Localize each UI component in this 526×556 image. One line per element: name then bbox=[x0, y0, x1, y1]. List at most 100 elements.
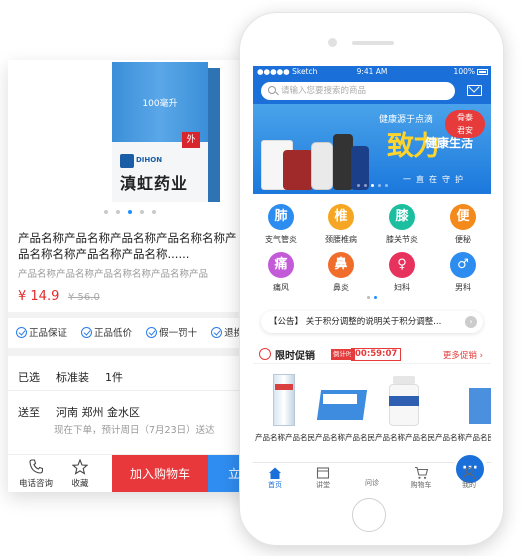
lungs-icon: 肺 bbox=[268, 204, 294, 230]
divider bbox=[8, 348, 252, 356]
nose-icon: 鼻 bbox=[328, 252, 354, 278]
lecture-icon bbox=[303, 466, 343, 480]
gallery-dot[interactable] bbox=[140, 210, 144, 214]
category-item[interactable]: ♀ 妇科 bbox=[378, 252, 426, 293]
selected-qty: 1件 bbox=[105, 371, 123, 384]
product-gallery[interactable]: 100毫升 外 DIHON 滇虹药业 bbox=[8, 60, 252, 220]
divider bbox=[8, 390, 252, 391]
ship-label: 送至 bbox=[18, 406, 40, 419]
selected-spec-row[interactable]: 已选 标准装 1件 bbox=[18, 369, 123, 385]
profile-icon bbox=[449, 466, 489, 480]
goods-image bbox=[316, 372, 368, 428]
category-item[interactable]: 肺 支气管炎 bbox=[257, 204, 305, 245]
category-item[interactable]: 鼻 鼻炎 bbox=[317, 252, 365, 293]
goods-name: 产品名称产品名民女 bbox=[435, 433, 491, 442]
selected-label: 已选 bbox=[18, 371, 40, 384]
flash-sale-goods: 产品名称产品名民女 产品名称产品名民女 产品名称产品名民女 bbox=[253, 366, 491, 454]
guarantee-item: 假一罚十 bbox=[146, 325, 197, 339]
category-item[interactable]: 膝 膝关节炎 bbox=[378, 204, 426, 245]
category-grid: 肺 支气管炎 椎 颈腰椎病 膝 膝关节炎 便 便秘 痛 痛风 鼻 鼻炎 ♀ 妇科… bbox=[253, 196, 491, 302]
search-icon bbox=[268, 86, 276, 94]
goods-name: 产品名称产品名民女 bbox=[315, 433, 375, 442]
brand-logo-icon bbox=[120, 154, 134, 168]
check-circle-icon bbox=[16, 327, 27, 338]
header-area: ●●●●● Sketch 9:41 AM 100% 请输入您要搜索的商品 健康源… bbox=[253, 66, 491, 194]
gallery-dot-active[interactable] bbox=[128, 210, 132, 214]
guarantee-item: 正品保证 bbox=[16, 325, 67, 339]
banner-tag: 骨泰 君安 bbox=[445, 110, 485, 138]
goods-image bbox=[259, 372, 307, 428]
ship-address: 河南 郑州 金水区 bbox=[56, 406, 140, 419]
category-item[interactable]: 便 便秘 bbox=[439, 204, 487, 245]
toilet-icon: 便 bbox=[450, 204, 476, 230]
search-placeholder: 请输入您要搜索的商品 bbox=[281, 86, 367, 96]
category-item[interactable]: ♂ 男科 bbox=[439, 252, 487, 293]
flash-sale-title: 限时促销 bbox=[275, 351, 315, 362]
ship-to-row[interactable]: 送至 河南 郑州 金水区 bbox=[18, 404, 140, 420]
phone-consult-button[interactable]: 电话咨询 bbox=[16, 459, 56, 489]
gallery-pagination bbox=[8, 210, 252, 214]
gallery-dot[interactable] bbox=[116, 210, 120, 214]
product-detail-card: 100毫升 外 DIHON 滇虹药业 产品名称产品名称产品名称产品名称名称产品名… bbox=[8, 60, 252, 492]
phone-consult-label: 电话咨询 bbox=[18, 479, 53, 489]
bottom-action-bar: 电话咨询 收藏 加入购物车 立即购买 bbox=[8, 454, 252, 492]
tab-lecture[interactable]: 讲堂 bbox=[303, 466, 343, 490]
goods-image bbox=[379, 372, 427, 428]
knee-icon: 膝 bbox=[389, 204, 415, 230]
search-input[interactable]: 请输入您要搜索的商品 bbox=[261, 82, 455, 100]
phone-icon bbox=[16, 459, 56, 477]
product-box-image: 100毫升 外 DIHON 滇虹药业 bbox=[112, 62, 220, 202]
tab-bar: 首页 讲堂 ··· 问诊 购物车 我的 bbox=[253, 452, 491, 491]
category-item[interactable]: 椎 颈腰椎病 bbox=[317, 204, 365, 245]
flash-sale-header: 限时促销 倒计时 00:59:07 更多促销 › bbox=[253, 344, 491, 364]
brand-cn: 滇虹药业 bbox=[120, 174, 189, 193]
brand-en: DIHON bbox=[136, 156, 163, 164]
add-to-cart-button[interactable]: 加入购物车 bbox=[112, 455, 208, 492]
battery-icon bbox=[477, 69, 488, 75]
tab-profile[interactable]: 我的 bbox=[449, 466, 489, 490]
tab-home[interactable]: 首页 bbox=[255, 466, 295, 490]
notice-text: 【公告】 关于积分调整的说明关于积分调整... bbox=[269, 317, 442, 327]
phone-frame: ●●●●● Sketch 9:41 AM 100% 请输入您要搜索的商品 健康源… bbox=[239, 12, 504, 546]
star-icon bbox=[60, 458, 100, 477]
status-bar: ●●●●● Sketch 9:41 AM 100% bbox=[253, 66, 491, 78]
banner-product-bottle bbox=[311, 142, 333, 190]
gallery-dot[interactable] bbox=[152, 210, 156, 214]
box-external-tag: 外 bbox=[182, 132, 200, 148]
camera-dot bbox=[328, 38, 337, 47]
gallery-dot[interactable] bbox=[104, 210, 108, 214]
guarantee-item: 正品低价 bbox=[81, 325, 132, 339]
guarantee-list[interactable]: 正品保证 正品低价 假一罚十 退换 bbox=[16, 325, 252, 341]
divider bbox=[8, 312, 252, 318]
home-icon bbox=[255, 466, 295, 480]
message-icon[interactable] bbox=[467, 85, 482, 96]
chevron-right-icon: › bbox=[465, 316, 477, 328]
favorite-label: 收藏 bbox=[71, 479, 89, 489]
category-item[interactable]: 痛 痛风 bbox=[257, 252, 305, 293]
foot-icon: 痛 bbox=[268, 252, 294, 278]
category-pagination bbox=[253, 296, 491, 299]
product-price: ¥ 14.9 bbox=[18, 289, 60, 304]
tab-consult[interactable]: ··· 问诊 bbox=[352, 452, 487, 488]
check-circle-icon bbox=[211, 327, 223, 338]
home-button[interactable] bbox=[352, 498, 386, 532]
tab-cart[interactable]: 购物车 bbox=[401, 466, 441, 490]
spine-icon: 椎 bbox=[328, 204, 354, 230]
clock-icon bbox=[259, 348, 271, 360]
product-old-price: ¥ 56.0 bbox=[68, 292, 100, 303]
promo-banner[interactable]: 健康源于点滴 致力 健康生活 骨泰 君安 一直在守护 bbox=[253, 104, 491, 194]
goods-name: 产品名称产品名民女 bbox=[255, 433, 315, 442]
notice-bar[interactable]: 【公告】 关于积分调整的说明关于积分调整... › bbox=[261, 311, 483, 333]
speaker-slot bbox=[352, 41, 394, 45]
countdown-time: 00:59:07 bbox=[351, 348, 402, 361]
box-volume-text: 100毫升 bbox=[142, 99, 178, 109]
cart-icon bbox=[401, 466, 441, 480]
battery-percent: 100% bbox=[453, 67, 475, 76]
goods-image bbox=[439, 372, 491, 428]
more-promo-link[interactable]: 更多促销 › bbox=[443, 349, 483, 361]
phone-screen: ●●●●● Sketch 9:41 AM 100% 请输入您要搜索的商品 健康源… bbox=[253, 66, 491, 491]
favorite-button[interactable]: 收藏 bbox=[60, 458, 100, 489]
product-subtitle: 产品名称产品名称产品名称名称产品名称产品 bbox=[18, 269, 209, 280]
check-circle-icon bbox=[81, 327, 93, 338]
banner-pagination bbox=[253, 184, 491, 187]
